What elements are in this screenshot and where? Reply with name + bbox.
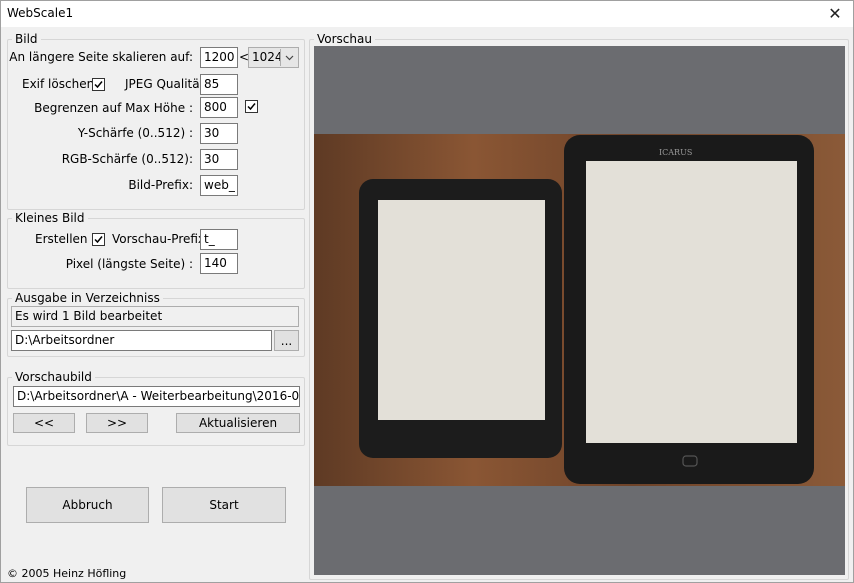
limit-label: Begrenzen auf Max Höhe : <box>34 101 193 115</box>
prefix-input[interactable]: web_ <box>200 175 238 196</box>
scale-input[interactable]: 1200 <box>200 47 238 68</box>
jpeg-label: JPEG Qualität: <box>125 77 209 91</box>
preview-image: ICARUS <box>314 134 845 486</box>
refresh-button-label: Aktualisieren <box>198 416 278 430</box>
exif-label: Exif löschen : <box>22 77 103 91</box>
limit-checkbox[interactable] <box>245 100 258 113</box>
exif-checkbox[interactable] <box>92 78 105 91</box>
group-vorschau-legend: Vorschau <box>317 32 372 46</box>
status-field: Es wird 1 Bild bearbeitet <box>11 306 299 327</box>
group-vorschaubild: Vorschaubild <box>7 370 305 446</box>
window-title: WebScale1 <box>7 6 74 20</box>
chevron-down-icon[interactable] <box>280 49 297 66</box>
refresh-button[interactable]: Aktualisieren <box>176 413 300 433</box>
right-ereader-screen <box>586 161 797 443</box>
browse-button-label: ... <box>280 333 293 348</box>
browse-button[interactable]: ... <box>274 330 299 351</box>
jpeg-input[interactable]: 85 <box>200 74 238 95</box>
cancel-button[interactable]: Abbruch <box>26 487 149 523</box>
output-folder-input[interactable]: D:\Arbeitsordner <box>11 330 272 351</box>
title-bar: WebScale1 ✕ <box>1 1 853 27</box>
vorschau-prefix-label: Vorschau-Prefix : <box>112 232 213 246</box>
previous-button-label: << <box>33 416 55 430</box>
left-ereader-screen <box>378 200 545 420</box>
scale-select-value: 1024 <box>252 50 283 64</box>
vorschau-prefix-input[interactable]: t_ <box>200 229 238 250</box>
group-kleines-bild-legend: Kleines Bild <box>15 211 85 225</box>
y-sharpness-input[interactable]: 30 <box>200 123 238 144</box>
group-ausgabe-legend: Ausgabe in Verzeichniss <box>15 291 160 305</box>
next-button[interactable]: >> <box>86 413 148 433</box>
previous-button[interactable]: << <box>13 413 75 433</box>
next-button-label: >> <box>106 416 128 430</box>
group-kleines-bild: Kleines Bild <box>7 211 305 289</box>
group-bild-legend: Bild <box>15 32 38 46</box>
group-vorschaubild-legend: Vorschaubild <box>15 370 92 384</box>
pixel-input[interactable]: 140 <box>200 253 238 274</box>
app-window: WebScale1 ✕ Bild An längere Seite skalie… <box>0 0 854 583</box>
limit-input[interactable]: 800 <box>200 97 238 118</box>
brand-text: ICARUS <box>659 148 692 157</box>
preview-path-input[interactable]: D:\Arbeitsordner\A - Weiterbearbeitung\2… <box>13 386 300 407</box>
scale-select[interactable]: 1024 <box>248 47 299 68</box>
y-sharpness-label: Y-Schärfe (0..512) : <box>77 126 193 140</box>
create-checkbox[interactable] <box>92 233 105 246</box>
rgb-sharpness-input[interactable]: 30 <box>200 149 238 170</box>
cancel-button-label: Abbruch <box>62 498 113 512</box>
pixel-label: Pixel (längste Seite) : <box>65 257 193 271</box>
preview-area: ICARUS <box>314 46 845 575</box>
scale-label: An längere Seite skalieren auf: <box>9 50 193 64</box>
close-icon[interactable]: ✕ <box>817 1 853 27</box>
prefix-label: Bild-Prefix: <box>128 178 193 192</box>
rgb-sharpness-label: RGB-Schärfe (0..512): <box>61 152 193 166</box>
create-label: Erstellen : <box>35 232 96 246</box>
start-button-label: Start <box>209 498 239 512</box>
copyright: © 2005 Heinz Höfling <box>7 567 127 580</box>
start-button[interactable]: Start <box>162 487 286 523</box>
